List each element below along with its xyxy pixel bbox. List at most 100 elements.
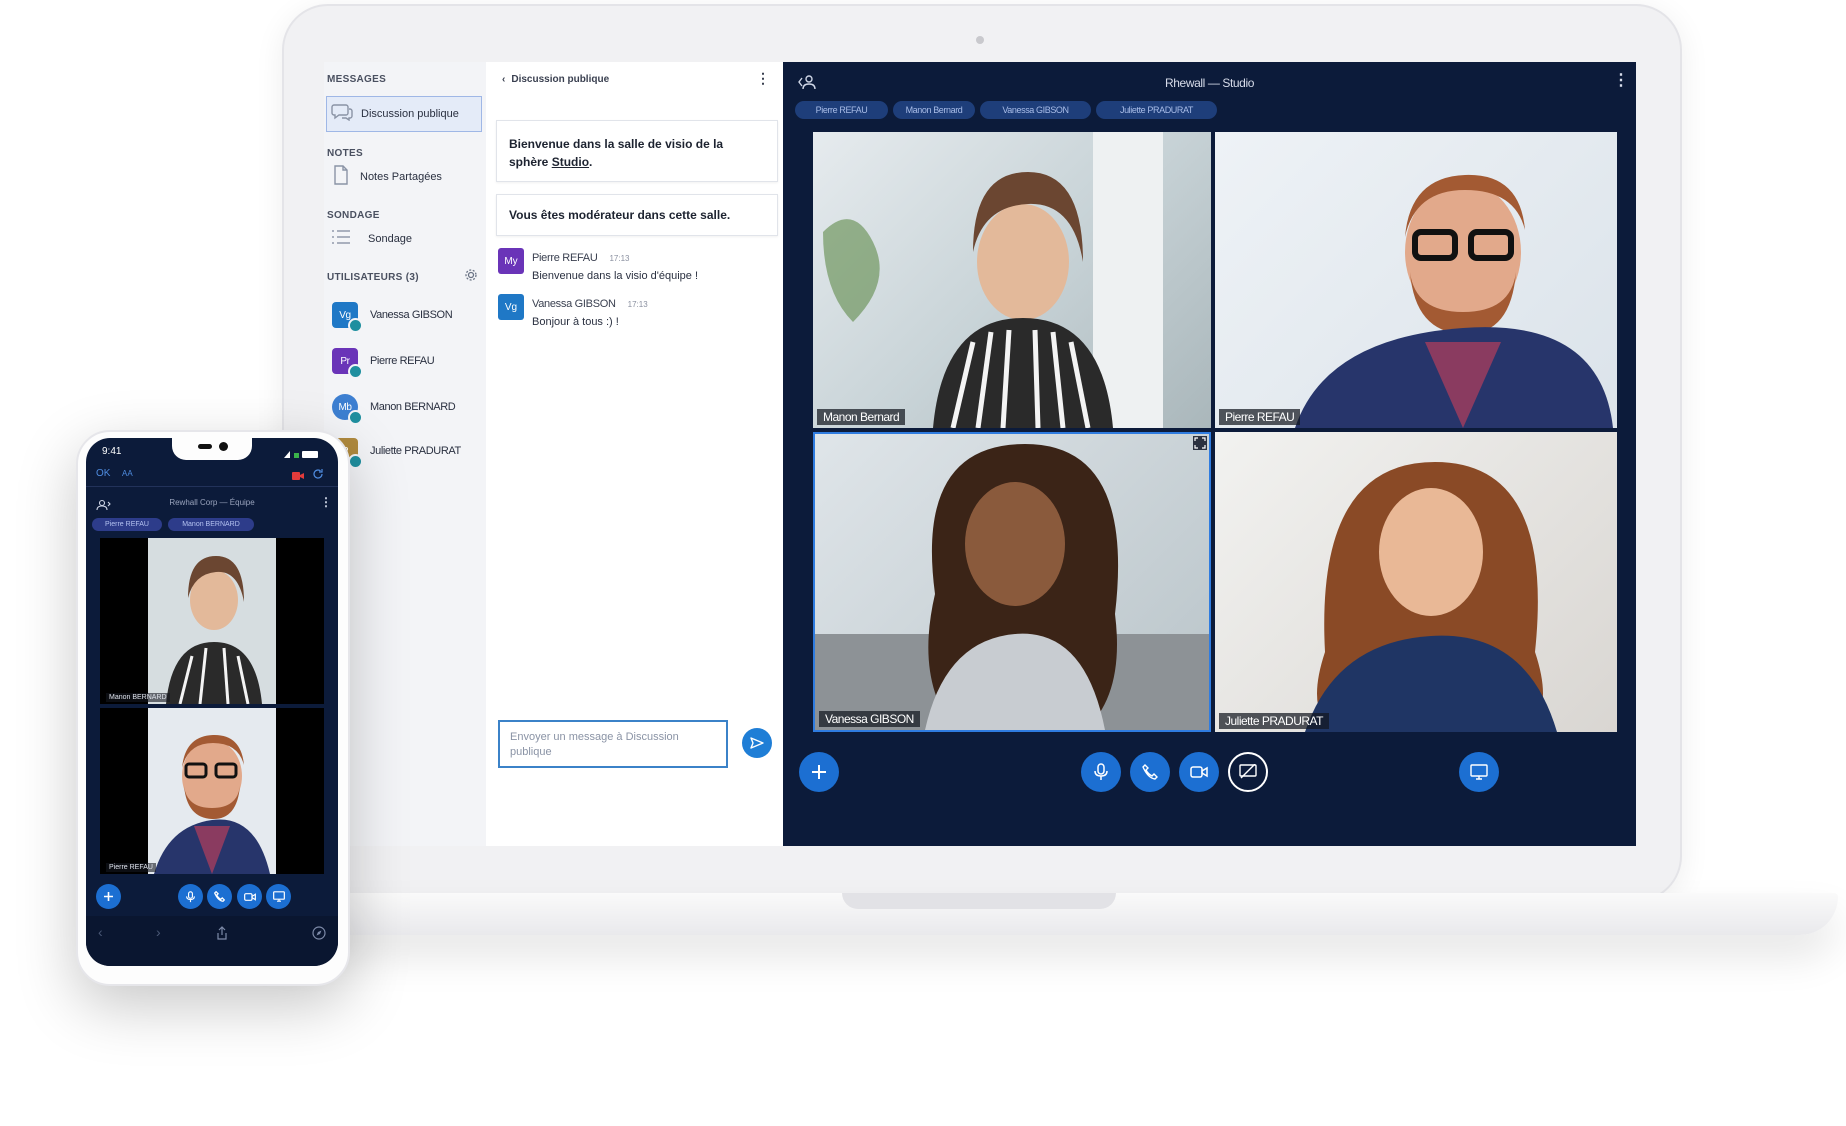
video-tile[interactable]: Pierre REFAU	[1215, 132, 1617, 428]
user-row[interactable]: P Juliette PRADURAT	[332, 438, 461, 469]
divider	[86, 486, 338, 487]
messages-section-title: MESSAGES	[327, 74, 387, 85]
participant-video	[148, 708, 276, 874]
forward-arrow-icon[interactable]: ›	[156, 924, 161, 940]
back-chevron-icon[interactable]: ‹	[502, 74, 505, 85]
studio-link[interactable]: Studio	[552, 155, 589, 169]
more-vertical-icon[interactable]: ⋮	[320, 495, 332, 509]
call-button[interactable]	[1130, 752, 1170, 792]
welcome-text: Bienvenue dans la salle de visio de la s…	[509, 137, 724, 169]
tile-label: Vanessa GIBSON	[819, 711, 920, 727]
video-camera-icon	[1190, 766, 1208, 778]
participant-chip[interactable]: Pierre REFAU	[795, 101, 888, 119]
present-button[interactable]	[266, 884, 291, 909]
add-button[interactable]	[799, 752, 839, 792]
camera-button[interactable]	[1179, 752, 1219, 792]
welcome-card: Bienvenue dans la salle de visio de la s…	[496, 120, 778, 182]
laptop-camera	[976, 36, 984, 44]
back-arrow-icon[interactable]: ‹	[98, 924, 103, 940]
user-name: Pierre REFAU	[370, 355, 435, 367]
phone-notch	[172, 438, 252, 460]
laptop-notch	[842, 893, 1116, 909]
phone-icon	[1142, 764, 1158, 780]
tile-label: Juliette PRADURAT	[1219, 713, 1329, 729]
video-tile[interactable]: Manon BERNARD	[100, 538, 324, 704]
participant-video	[815, 444, 1209, 730]
participant-chip[interactable]: Manon BERNARD	[168, 518, 254, 531]
notes-section-title: NOTES	[327, 148, 363, 159]
expand-icon[interactable]	[1193, 436, 1207, 450]
user-row[interactable]: Vg Vanessa GIBSON	[332, 302, 453, 333]
sidebar-item-sondage[interactable]: Sondage	[326, 224, 480, 254]
call-button[interactable]	[207, 884, 232, 909]
status-icons	[282, 446, 322, 458]
message-author: Vanessa GIBSON	[532, 298, 616, 310]
monitor-icon	[1470, 764, 1488, 780]
video-camera-icon	[243, 892, 256, 901]
chat-header[interactable]: ‹ Discussion publique	[502, 74, 609, 85]
video-tile[interactable]: Juliette PRADURAT	[1215, 432, 1617, 732]
user-name: Vanessa GIBSON	[370, 309, 453, 321]
tile-label: Pierre REFAU	[1219, 409, 1301, 425]
participant-video	[148, 538, 276, 704]
participant-video	[823, 132, 1163, 428]
message-text: Bienvenue dans la visio d'équipe !	[532, 270, 698, 282]
refresh-icon[interactable]	[312, 467, 324, 485]
gear-icon[interactable]	[464, 268, 480, 284]
sidebar-item-label: Sondage	[368, 233, 413, 245]
phone-icon	[214, 891, 225, 902]
monitor-icon	[272, 891, 285, 902]
user-name: Juliette PRADURAT	[370, 445, 461, 457]
microphone-icon	[1094, 763, 1108, 780]
participant-chip[interactable]: Manon Bernard	[893, 101, 975, 119]
sidebar-item-label: Discussion publique	[361, 108, 459, 120]
avatar: Mb	[332, 394, 363, 425]
message-time: 17:13	[627, 300, 648, 309]
participant-video	[1295, 174, 1613, 428]
user-row[interactable]: Mb Manon BERNARD	[332, 394, 456, 425]
participant-chip[interactable]: Juliette PRADURAT	[1096, 101, 1217, 119]
microphone-button[interactable]	[1081, 752, 1121, 792]
chat-message: My Pierre REFAU 17:13 Bienvenue dans la v…	[498, 248, 698, 282]
participant-chip[interactable]: Pierre REFAU	[92, 518, 162, 531]
video-tile[interactable]: Pierre REFAU	[100, 708, 324, 874]
video-tile[interactable]: Manon Bernard	[813, 132, 1211, 428]
record-icon[interactable]	[292, 468, 304, 486]
screen-share-off-button[interactable]	[1228, 752, 1268, 792]
video-tile[interactable]: Vanessa GIBSON	[813, 432, 1211, 732]
present-button[interactable]	[1459, 752, 1499, 792]
moderator-text: Vous êtes modérateur dans cette salle.	[509, 208, 731, 222]
moderator-card: Vous êtes modérateur dans cette salle.	[496, 194, 778, 236]
laptop-screen: MESSAGES Discussion publique NOTES Notes…	[324, 62, 1636, 846]
compass-icon[interactable]	[312, 926, 326, 945]
chat-panel: ‹ Discussion publique ⋮ Bienvenue dans la…	[486, 62, 783, 846]
participant-chip[interactable]: Vanessa GIBSON	[980, 101, 1091, 119]
text-size-button[interactable]: AA	[122, 469, 133, 478]
welcome-end: .	[589, 155, 593, 169]
more-vertical-icon[interactable]: ⋮	[1613, 70, 1629, 90]
screen-share-off-icon	[1239, 764, 1257, 779]
sidebar-item-notes[interactable]: Notes Partagées	[326, 162, 480, 192]
send-button[interactable]	[742, 728, 772, 758]
add-button[interactable]	[96, 884, 121, 909]
video-studio: Rhewall — Studio ⋮ Pierre REFAU Manon Be…	[783, 62, 1636, 846]
sidebar-item-discussion-publique[interactable]: Discussion publique	[326, 96, 482, 132]
participant-video	[1305, 462, 1557, 732]
user-name: Manon BERNARD	[370, 401, 456, 413]
document-icon	[326, 164, 356, 190]
message-text: Bonjour à tous :) !	[532, 316, 619, 328]
tile-label: Manon Bernard	[817, 409, 906, 425]
more-vertical-icon[interactable]: ⋮	[756, 70, 770, 87]
microphone-button[interactable]	[178, 884, 203, 909]
plus-icon	[104, 892, 113, 901]
user-row[interactable]: Pr Pierre REFAU	[332, 348, 435, 379]
avatar: Vg	[498, 294, 524, 320]
share-icon[interactable]	[216, 926, 228, 945]
ok-button[interactable]: OK	[96, 468, 110, 479]
message-input[interactable]: Envoyer un message à Discussion publique	[498, 720, 728, 768]
users-section-title: UTILISATEURS (3)	[327, 272, 419, 283]
camera-button[interactable]	[237, 884, 262, 909]
chat-bubble-icon	[327, 103, 357, 126]
chat-message: Vg Vanessa GIBSON 17:13 Bonjour à tous :)…	[498, 294, 648, 328]
message-time: 17:13	[609, 254, 630, 263]
